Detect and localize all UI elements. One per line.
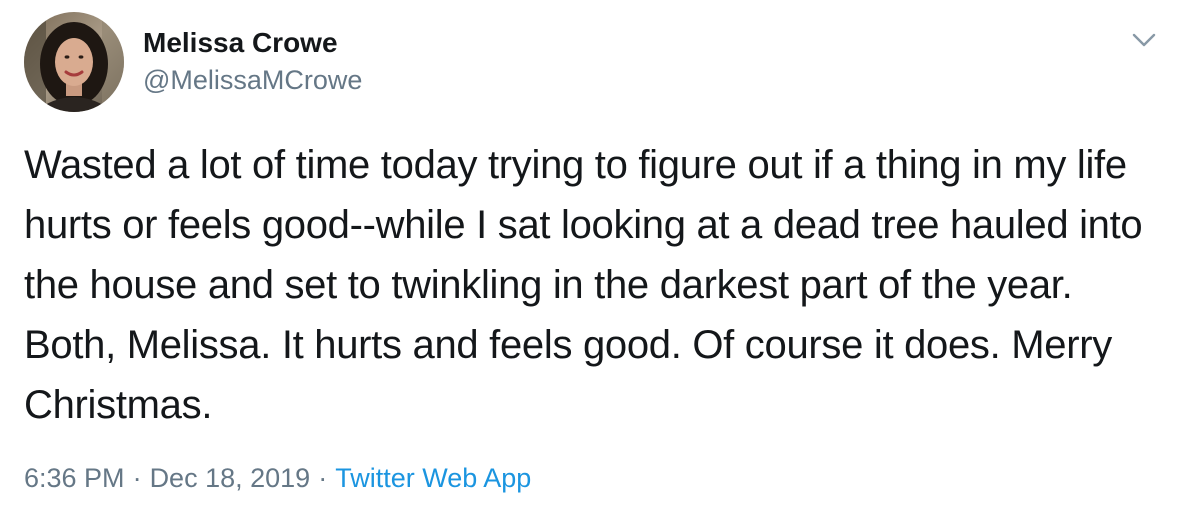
tweet-card: Melissa Crowe @MelissaMCrowe Wasted a lo… <box>0 0 1186 526</box>
meta-separator: · <box>132 463 142 493</box>
tweet-date[interactable]: Dec 18, 2019 <box>150 463 311 493</box>
author-handle[interactable]: @MelissaMCrowe <box>143 65 362 96</box>
tweet-source-link[interactable]: Twitter Web App <box>335 463 531 493</box>
tweet-meta: 6:36 PM · Dec 18, 2019 · Twitter Web App <box>24 463 531 494</box>
chevron-down-icon[interactable] <box>1128 24 1160 56</box>
author-name[interactable]: Melissa Crowe <box>143 27 338 59</box>
tweet-text: Wasted a lot of time today trying to fig… <box>24 143 1143 427</box>
tweet-time[interactable]: 6:36 PM <box>24 463 125 493</box>
meta-separator: · <box>318 463 328 493</box>
avatar[interactable] <box>24 12 124 112</box>
